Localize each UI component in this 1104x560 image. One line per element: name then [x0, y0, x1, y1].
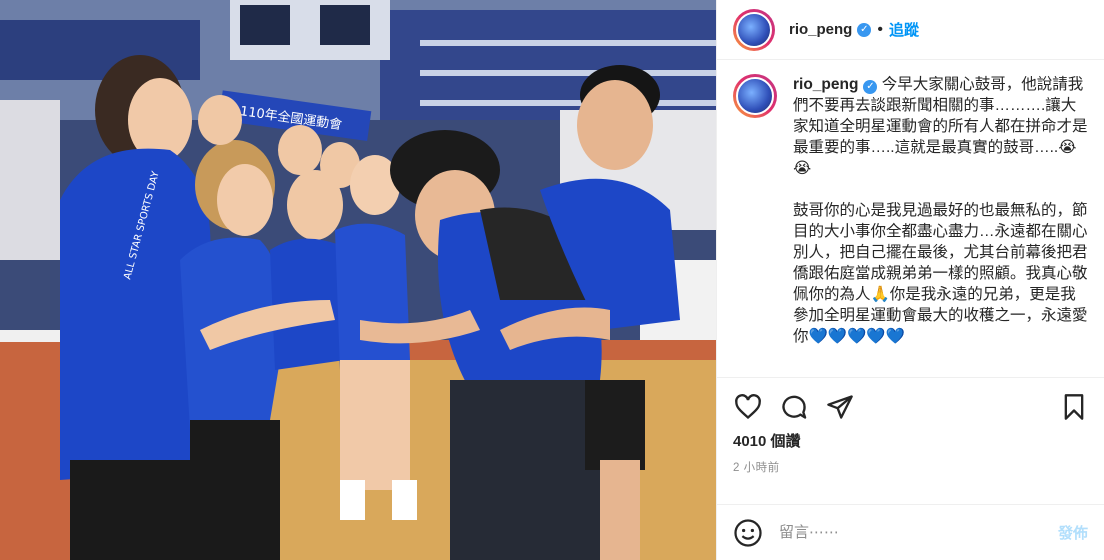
caption: rio_peng ✓ 今早大家關心鼓哥，他說請我們不要再去談跟新聞相關的事……….… — [717, 60, 1104, 378]
post-actions — [717, 378, 1104, 436]
comment-icon[interactable] — [779, 393, 809, 421]
post-image: 110年全國運動會 ALL STAR SPORTS DAY — [0, 0, 716, 560]
separator-dot: • — [877, 20, 883, 38]
post-sidebar: rio_peng ✓ • 追蹤 rio_peng ✓ 今早大家關心鼓哥，他說請我們… — [716, 0, 1104, 560]
caption-text: rio_peng ✓ 今早大家關心鼓哥，他說請我們不要再去談跟新聞相關的事……….… — [793, 74, 1088, 377]
comment-bar: 發佈 — [717, 504, 1104, 560]
follow-button[interactable]: 追蹤 — [889, 19, 919, 40]
caption-avatar[interactable] — [733, 74, 777, 118]
share-icon[interactable] — [825, 393, 855, 421]
avatar[interactable] — [733, 8, 775, 51]
post-photo[interactable]: 110年全國運動會 ALL STAR SPORTS DAY — [0, 0, 716, 560]
post-comment-button[interactable]: 發佈 — [1058, 522, 1088, 543]
caption-username[interactable]: rio_peng — [793, 76, 858, 93]
caption-hearts: 💙💙💙💙💙 — [808, 328, 906, 345]
verified-badge-icon: ✓ — [857, 22, 872, 37]
heart-icon[interactable] — [733, 393, 763, 421]
post-time[interactable]: 2 小時前 — [717, 451, 1104, 475]
username-link[interactable]: rio_peng — [789, 21, 852, 38]
bookmark-icon[interactable] — [1060, 392, 1088, 422]
comment-input[interactable] — [777, 523, 1058, 542]
post-header: rio_peng ✓ • 追蹤 — [717, 0, 1104, 60]
verified-badge-icon: ✓ — [863, 79, 878, 94]
caption-paragraph-2: 鼓哥你的心是我見過最好的也最無私的，節目的大小事你全都盡心盡力…永遠都在關心別人… — [793, 202, 1088, 345]
emoji-icon[interactable] — [733, 518, 763, 548]
